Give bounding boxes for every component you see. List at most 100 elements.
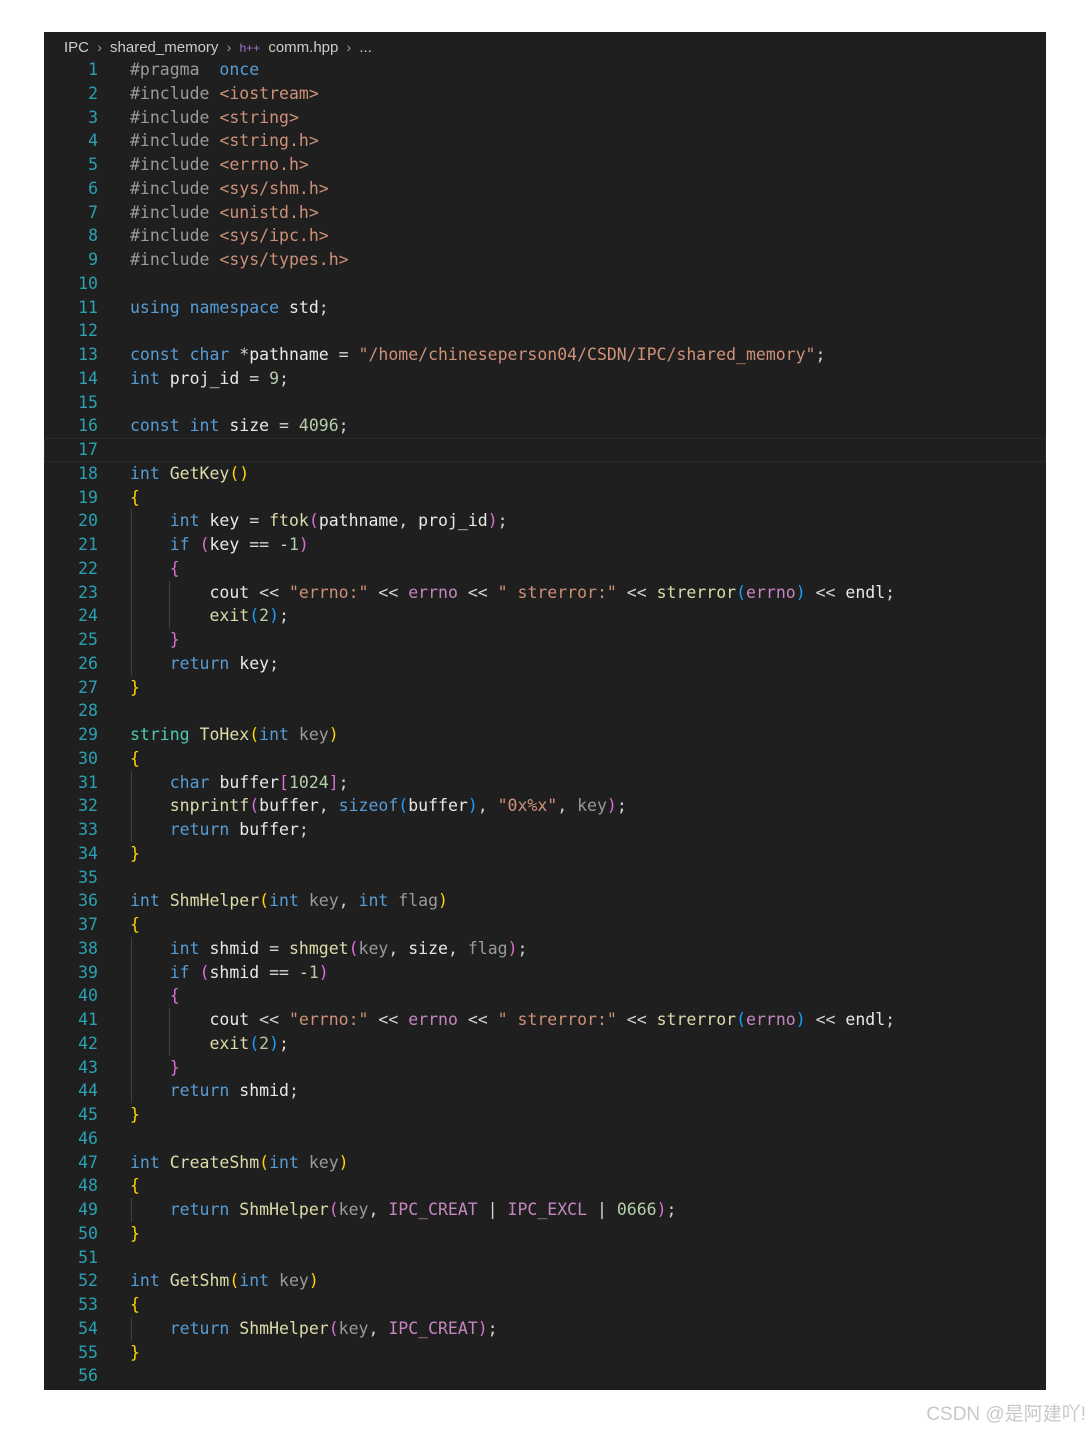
code-line[interactable]: 25 } xyxy=(44,628,1046,652)
code-line[interactable]: 19 { xyxy=(44,486,1046,510)
code-line[interactable]: 46 xyxy=(44,1127,1046,1151)
code-token: , xyxy=(447,938,468,958)
code-line[interactable]: 54 return ShmHelper(key, IPC_CREAT); xyxy=(44,1316,1046,1341)
line-number: 14 xyxy=(78,368,98,388)
code-line[interactable]: 35 xyxy=(44,866,1046,890)
code-line[interactable]: 42 exit(2); xyxy=(44,1031,1046,1056)
code-line[interactable]: 49 return ShmHelper(key, IPC_CREAT | IPC… xyxy=(44,1198,1046,1222)
code-line[interactable]: 40 { xyxy=(44,984,1046,1008)
code-line[interactable]: 52 int GetShm(int key) xyxy=(44,1269,1046,1293)
line-number: 47 xyxy=(78,1152,98,1172)
code-token: , xyxy=(398,511,419,531)
code-token: ) xyxy=(308,1271,319,1291)
code-token: GetKey xyxy=(169,463,230,483)
code-line[interactable]: 28 xyxy=(44,699,1046,723)
code-token: ; xyxy=(298,820,309,839)
breadcrumb-item-symbol[interactable]: ... xyxy=(359,39,372,56)
code-line[interactable]: 33 return buffer; xyxy=(44,818,1046,842)
code-line[interactable]: 41 cout << "errno:" << errno << " strerr… xyxy=(44,1008,1046,1032)
code-line[interactable]: 3 #include <string> xyxy=(44,106,1046,130)
code-token: sizeof xyxy=(338,796,399,816)
line-number: 5 xyxy=(88,155,98,174)
code-token: char xyxy=(189,345,230,364)
line-number: 42 xyxy=(78,1033,98,1053)
code-token: proj_id xyxy=(418,511,488,531)
code-line[interactable]: 8 #include <sys/ipc.h> xyxy=(44,224,1046,248)
code-token: cout xyxy=(209,1010,250,1029)
code-token: IPC_CREAT xyxy=(388,1200,478,1219)
code-line[interactable]: 32 snprintf(buffer, sizeof(buffer), "0x%… xyxy=(44,794,1046,818)
code-line[interactable]: 26 return key; xyxy=(44,651,1046,676)
code-line[interactable]: 39 if (shmid == -1) xyxy=(44,960,1046,985)
line-number: 18 xyxy=(78,463,98,483)
code-line[interactable]: 51 xyxy=(44,1246,1046,1270)
code-line[interactable]: 44 return shmid; xyxy=(44,1079,1046,1103)
code-line[interactable]: 43 } xyxy=(44,1055,1046,1080)
code-token: buffer xyxy=(219,772,280,792)
code-line[interactable]: 27} xyxy=(44,676,1046,700)
code-token: if xyxy=(169,962,190,982)
code-line[interactable]: 55} xyxy=(44,1341,1046,1365)
code-line[interactable]: 1 #pragma once xyxy=(44,58,1046,82)
code-line[interactable]: 37 { xyxy=(44,913,1046,937)
code-token: #pragma xyxy=(130,60,200,79)
line-number: 20 xyxy=(78,511,98,531)
code-token: ( xyxy=(259,891,270,911)
code-token: << xyxy=(616,1010,657,1029)
code-line[interactable]: 14 int proj_id = 9; xyxy=(44,367,1046,391)
code-line[interactable]: 11 using namespace std; xyxy=(44,296,1046,320)
code-line[interactable]: 20 int key = ftok(pathname, proj_id); xyxy=(44,509,1046,533)
code-token: ; xyxy=(487,1318,498,1338)
code-token: ; xyxy=(517,938,528,958)
code-token: { xyxy=(130,915,140,934)
code-token: "errno:" xyxy=(288,1010,369,1029)
code-line[interactable]: 4 #include <string.h> xyxy=(44,129,1046,153)
code-line[interactable]: 31 char buffer[1024]; xyxy=(44,770,1046,795)
code-line[interactable]: 13 const char *pathname = "/home/chinesep… xyxy=(44,343,1046,367)
code-token: return xyxy=(169,820,230,839)
breadcrumb-item-shared-memory[interactable]: shared_memory xyxy=(110,39,218,56)
line-number: 7 xyxy=(88,202,98,222)
code-line[interactable]: 15 xyxy=(44,391,1046,415)
code-text: cout << "errno:" << errno << " strerror:… xyxy=(130,581,895,605)
code-line[interactable]: 6 #include <sys/shm.h> xyxy=(44,177,1046,201)
code-line[interactable]: 5 #include <errno.h> xyxy=(44,153,1046,177)
code-line[interactable]: 50} xyxy=(44,1222,1046,1246)
code-line[interactable]: 47 int CreateShm(int key) xyxy=(44,1151,1046,1175)
code-line[interactable]: 29 string ToHex(int key) xyxy=(44,723,1046,747)
code-line[interactable]: 22 { xyxy=(44,556,1046,581)
code-editor[interactable]: IPC › shared_memory › h++ comm.hpp › ...… xyxy=(44,32,1046,1390)
code-line[interactable]: 56 xyxy=(44,1364,1046,1388)
code-line[interactable]: 53 { xyxy=(44,1293,1046,1317)
code-line[interactable]: 18 int GetKey() xyxy=(44,462,1046,486)
code-line[interactable]: 10 xyxy=(44,272,1046,296)
code-line[interactable]: 36 int ShmHelper(int key, int flag) xyxy=(44,889,1046,913)
cpp-header-file-icon: h++ xyxy=(239,41,261,55)
code-token: ( xyxy=(249,796,260,816)
code-line[interactable]: 30 { xyxy=(44,747,1046,771)
code-line[interactable]: 9 #include <sys/types.h> xyxy=(44,248,1046,272)
code-line[interactable]: 45} xyxy=(44,1103,1046,1127)
code-line[interactable]: 16 const int size = 4096; xyxy=(44,414,1046,438)
code-text: const char *pathname = "/home/chineseper… xyxy=(130,343,825,367)
code-area[interactable]: 1 #pragma once 2 #include <iostream> 3 #inclu… xyxy=(44,58,1046,1388)
code-line[interactable]: 17 xyxy=(44,438,1046,462)
code-token: ; xyxy=(497,511,508,531)
code-line[interactable]: 38 int shmid = shmget(key, size, flag); xyxy=(44,936,1046,961)
breadcrumb-item-file[interactable]: comm.hpp xyxy=(268,39,338,56)
code-token: , xyxy=(368,1200,389,1219)
code-line[interactable]: 34} xyxy=(44,842,1046,866)
breadcrumb-item-ipc[interactable]: IPC xyxy=(64,39,89,56)
code-text: if (key == -1) xyxy=(130,533,309,557)
code-text: } xyxy=(130,1222,140,1246)
code-token: 1 xyxy=(288,535,299,554)
code-line[interactable]: 7 #include <unistd.h> xyxy=(44,201,1046,225)
code-line[interactable]: 48 { xyxy=(44,1174,1046,1198)
code-line[interactable]: 21 if (key == -1) xyxy=(44,533,1046,557)
code-line[interactable]: 12 xyxy=(44,319,1046,343)
line-number: 1 xyxy=(88,60,98,79)
code-line[interactable]: 2 #include <iostream> xyxy=(44,82,1046,106)
code-line[interactable]: 24 exit(2); xyxy=(44,604,1046,628)
code-line[interactable]: 23 cout << "errno:" << errno << " strerr… xyxy=(44,580,1046,605)
